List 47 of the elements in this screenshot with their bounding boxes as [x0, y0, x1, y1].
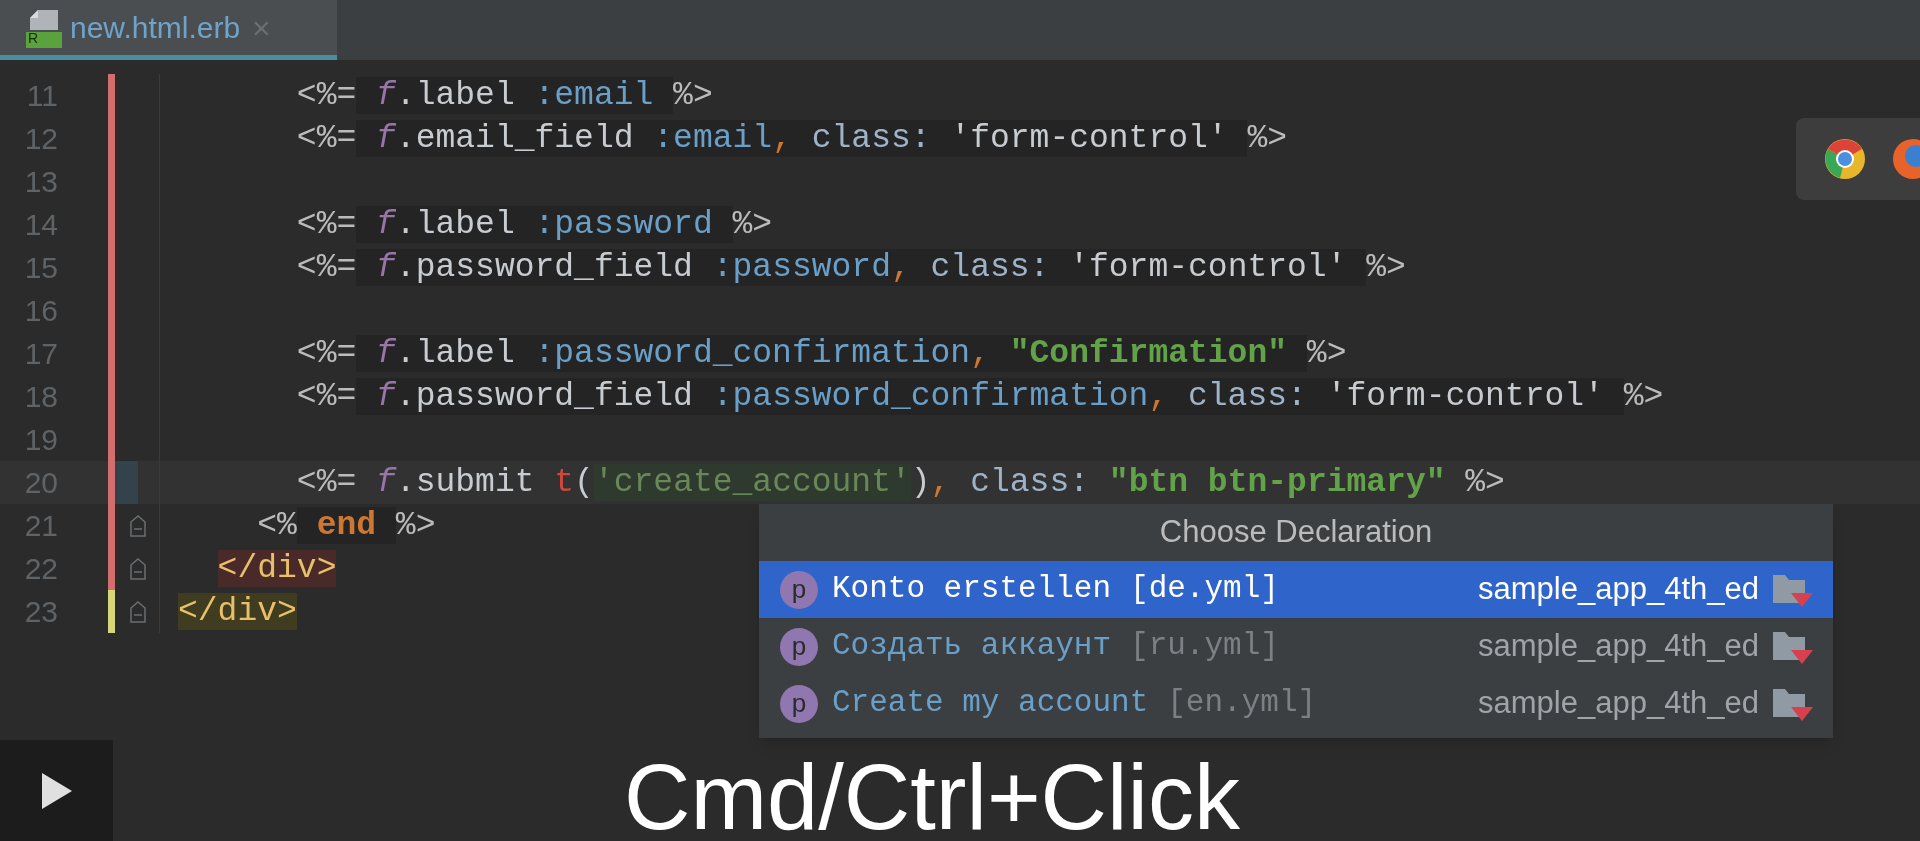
play-icon	[39, 770, 74, 811]
play-button[interactable]	[0, 740, 113, 841]
code-line: <%= f.password_field :password_confirmation, class: 'form-control' %>	[295, 376, 1664, 417]
project-name: sample_app_4th_ed	[1478, 684, 1759, 723]
item-file: [ru.yml]	[1130, 627, 1279, 666]
item-name: Создать аккаунт	[832, 627, 1112, 666]
line-number: 18	[23, 379, 58, 415]
line-number: 14	[23, 207, 58, 243]
item-name: Konto erstellen	[832, 570, 1112, 609]
line-number: 17	[23, 336, 58, 372]
item-name: Create my account	[832, 684, 1149, 723]
fold-icon[interactable]	[129, 513, 147, 538]
property-icon: p	[780, 570, 818, 609]
chrome-icon[interactable]	[1824, 138, 1866, 180]
code-line: <%= f.email_field :email, class: 'form-control' %>	[295, 118, 1288, 159]
popup-title: Choose Declaration	[1158, 513, 1434, 552]
tab-title: new.html.erb	[70, 10, 241, 46]
line-number: 15	[23, 250, 58, 286]
line-number: 22	[23, 551, 58, 587]
project-name: sample_app_4th_ed	[1478, 627, 1759, 666]
ruby-file-icon	[24, 7, 64, 48]
declaration-item[interactable]: p Create my account [en.yml] sample_app_4th_ed	[759, 675, 1833, 732]
code-line: <%= f.submit t('create_account'), class: "btn btn-primary" %>	[295, 462, 1505, 503]
property-icon: p	[780, 627, 818, 666]
shortcut-caption: Cmd/Ctrl+Click	[624, 752, 1240, 841]
code-line: <%= f.label :email %>	[295, 75, 713, 116]
code-line: <% end %>	[256, 505, 436, 546]
fold-icon[interactable]	[129, 599, 147, 624]
property-icon: p	[780, 684, 818, 723]
project-name: sample_app_4th_ed	[1478, 570, 1759, 609]
line-number: 19	[23, 422, 58, 458]
line-number: 13	[23, 164, 58, 200]
line-number: 16	[23, 293, 58, 329]
fold-icon[interactable]	[129, 556, 147, 581]
item-file: [en.yml]	[1167, 684, 1317, 723]
code-line: <%= f.password_field :password, class: 'form-control' %>	[295, 247, 1406, 288]
line-number: 21	[23, 508, 58, 544]
badge-label: R	[28, 29, 40, 48]
declaration-item[interactable]: p Konto erstellen [de.yml] sample_app_4th_ed	[759, 561, 1833, 618]
line-number: 23	[23, 594, 58, 630]
file-tab[interactable]: R new.html.erb ×	[0, 0, 337, 60]
item-file: [de.yml]	[1130, 570, 1279, 609]
line-number: 11	[25, 78, 58, 114]
code-line: <%= f.label :password_confirmation, "Confirmation" %>	[295, 333, 1347, 374]
declaration-item[interactable]: p Создать аккаунт [ru.yml] sample_app_4th_ed	[759, 618, 1833, 675]
code-line: <%= f.label :password %>	[295, 204, 773, 245]
line-number: 12	[23, 121, 58, 157]
